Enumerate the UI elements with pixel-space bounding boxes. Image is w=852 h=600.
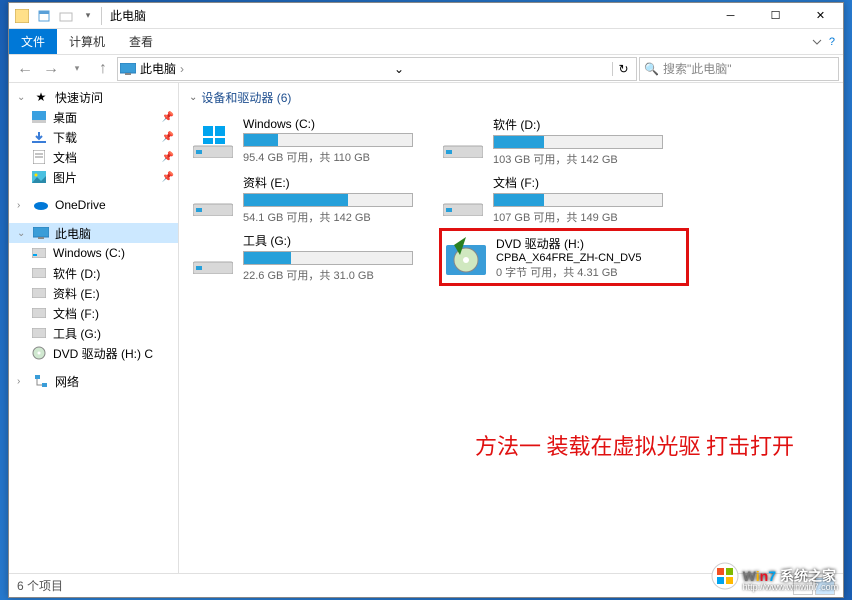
sidebar-drive-dvd[interactable]: DVD 驱动器 (H:) C — [9, 343, 178, 363]
qat-properties-icon[interactable] — [35, 7, 53, 25]
sidebar-drive-f[interactable]: 文档 (F:) — [9, 303, 178, 323]
nav-forward-button[interactable]: → — [39, 57, 63, 81]
sidebar-drive-e[interactable]: 资料 (E:) — [9, 283, 178, 303]
ribbon: 文件 计算机 查看 ? — [9, 29, 843, 55]
breadcrumb-root[interactable]: 此电脑 — [140, 60, 176, 77]
ribbon-tab-view[interactable]: 查看 — [117, 29, 165, 54]
watermark-logo-icon — [711, 562, 739, 590]
status-text: 6 个项目 — [17, 577, 63, 594]
ribbon-tab-file[interactable]: 文件 — [9, 29, 57, 54]
drive-stat: 95.4 GB 可用，共 110 GB — [243, 149, 437, 165]
sidebar-item-downloads[interactable]: 下载📌 — [9, 127, 178, 147]
sidebar-item-pictures[interactable]: 图片📌 — [9, 167, 178, 187]
onedrive-icon — [33, 197, 49, 213]
nav-up-button[interactable]: ↑ — [91, 57, 115, 81]
network-icon — [33, 373, 49, 389]
window-title: 此电脑 — [110, 7, 146, 24]
close-button[interactable]: ✕ — [798, 3, 843, 29]
sidebar-thispc[interactable]: ⌄此电脑 — [9, 223, 178, 243]
qat-newfolder-icon[interactable] — [57, 7, 75, 25]
drive-item[interactable]: Windows (C:) 95.4 GB 可用，共 110 GB — [189, 112, 439, 170]
drive-icon — [444, 235, 488, 279]
drive-stat: 103 GB 可用，共 142 GB — [493, 151, 687, 167]
drive-icon — [31, 325, 47, 341]
sidebar-drive-g[interactable]: 工具 (G:) — [9, 323, 178, 343]
sidebar-onedrive[interactable]: ›OneDrive — [9, 195, 178, 215]
drive-item[interactable]: 工具 (G:) 22.6 GB 可用，共 31.0 GB — [189, 228, 439, 286]
watermark: Win7 系统之家 http://www.winwin7.com — [711, 562, 836, 590]
drive-name: 资料 (E:) — [243, 174, 437, 191]
refresh-button[interactable]: ↻ — [612, 62, 634, 76]
ribbon-expand-button[interactable]: ? — [803, 29, 843, 54]
drive-icon — [31, 265, 47, 281]
star-icon: ★ — [33, 89, 49, 105]
nav-history-button[interactable]: ▾ — [65, 57, 89, 81]
thispc-icon — [33, 225, 49, 241]
addr-dropdown-button[interactable]: ⌄ — [388, 62, 410, 76]
qat-dropdown-icon[interactable]: ▾ — [79, 7, 97, 25]
search-input[interactable]: 🔍 搜索"此电脑" — [639, 57, 839, 81]
dvd-icon — [31, 345, 47, 361]
drive-stat: 0 字节 可用，共 4.31 GB — [496, 264, 684, 280]
sidebar-drive-c[interactable]: Windows (C:) — [9, 243, 178, 263]
sidebar-item-documents[interactable]: 文档📌 — [9, 147, 178, 167]
sidebar-drive-d[interactable]: 软件 (D:) — [9, 263, 178, 283]
drive-name: 工具 (G:) — [243, 232, 437, 249]
app-icon — [13, 7, 31, 25]
documents-icon — [31, 149, 47, 165]
titlebar: ▾ 此电脑 ─ ☐ ✕ — [9, 3, 843, 29]
collapse-icon: ⌄ — [189, 92, 197, 103]
drive-icon — [191, 177, 235, 221]
search-placeholder: 搜索"此电脑" — [663, 60, 732, 77]
minimize-button[interactable]: ─ — [708, 3, 753, 29]
sidebar: ⌄★快速访问 桌面📌 下载📌 文档📌 图片📌 ›OneDrive ⌄此电脑 Wi… — [9, 83, 179, 573]
main-panel: ⌄ 设备和驱动器 (6) Windows (C:) 95.4 GB 可用，共 11… — [179, 83, 843, 573]
drive-name: 软件 (D:) — [493, 116, 687, 133]
sidebar-item-desktop[interactable]: 桌面📌 — [9, 107, 178, 127]
downloads-icon — [31, 129, 47, 145]
nav-back-button[interactable]: ← — [13, 57, 37, 81]
drive-icon — [191, 119, 235, 163]
ribbon-tab-computer[interactable]: 计算机 — [57, 29, 117, 54]
pictures-icon — [31, 169, 47, 185]
search-icon: 🔍 — [644, 62, 659, 76]
watermark-url: http://www.winwin7.com — [743, 582, 839, 592]
drive-name: DVD 驱动器 (H:) — [496, 235, 684, 252]
drive-item[interactable]: 软件 (D:) 103 GB 可用，共 142 GB — [439, 112, 689, 170]
drive-icon — [441, 119, 485, 163]
drive-name: 文档 (F:) — [493, 174, 687, 191]
drive-icon — [31, 245, 47, 261]
drive-icon — [31, 285, 47, 301]
drive-item[interactable]: DVD 驱动器 (H:)CPBA_X64FRE_ZH-CN_DV50 字节 可用… — [439, 228, 689, 286]
drive-item[interactable]: 资料 (E:) 54.1 GB 可用，共 142 GB — [189, 170, 439, 228]
sidebar-quickaccess[interactable]: ⌄★快速访问 — [9, 87, 178, 107]
drive-icon — [191, 235, 235, 279]
drive-name: Windows (C:) — [243, 117, 437, 131]
drive-stat: 107 GB 可用，共 149 GB — [493, 209, 687, 225]
explorer-window: ▾ 此电脑 ─ ☐ ✕ 文件 计算机 查看 ? ← → ▾ ↑ 此电脑 ⌄ ↻ … — [8, 2, 844, 598]
drive-icon — [441, 177, 485, 221]
drive-icon — [31, 305, 47, 321]
annotation-text: 方法一 装载在虚拟光驱 打击打开 — [475, 429, 794, 461]
drive-item[interactable]: 文档 (F:) 107 GB 可用，共 149 GB — [439, 170, 689, 228]
drive-stat: 54.1 GB 可用，共 142 GB — [243, 209, 437, 225]
maximize-button[interactable]: ☐ — [753, 3, 798, 29]
desktop-icon — [31, 109, 47, 125]
address-bar[interactable]: 此电脑 ⌄ ↻ — [117, 57, 637, 81]
navbar: ← → ▾ ↑ 此电脑 ⌄ ↻ 🔍 搜索"此电脑" — [9, 55, 843, 83]
section-header[interactable]: ⌄ 设备和驱动器 (6) — [189, 89, 833, 106]
sidebar-network[interactable]: ›网络 — [9, 371, 178, 391]
thispc-icon — [120, 61, 136, 77]
drive-stat: 22.6 GB 可用，共 31.0 GB — [243, 267, 437, 283]
